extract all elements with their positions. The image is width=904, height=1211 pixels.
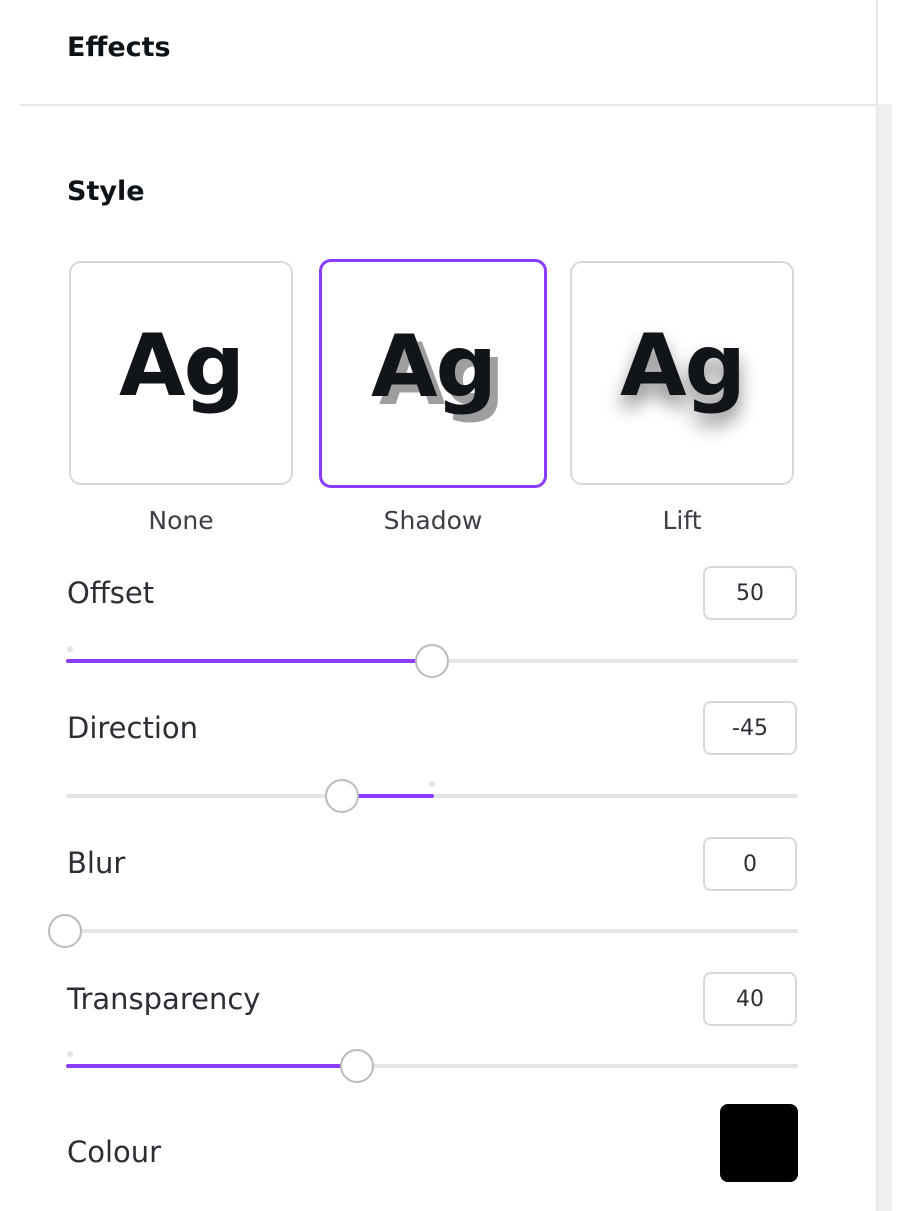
effects-panel: Effects Style Ag Ag Ag None Shadow Lift … [0,0,876,1211]
transparency-label: Transparency [67,982,261,1016]
transparency-value-input[interactable]: 40 [703,972,797,1026]
blur-label: Blur [67,846,126,880]
style-label-lift: Lift [662,506,702,535]
blur-value-input[interactable]: 0 [703,837,797,891]
style-label-none: None [148,506,214,535]
style-option-none[interactable]: Ag [69,261,293,485]
style-section-title: Style [67,176,145,207]
panel-title: Effects [67,32,171,63]
direction-slider-thumb[interactable] [325,779,359,813]
offset-value-input[interactable]: 50 [703,566,797,620]
style-preview-lift: Ag [619,316,746,416]
transparency-slider-thumb[interactable] [340,1049,374,1083]
offset-label: Offset [67,576,155,610]
offset-slider-origin-dot [67,646,73,652]
direction-value-input[interactable]: -45 [703,701,797,755]
offset-slider-thumb[interactable] [415,644,449,678]
style-option-shadow[interactable]: Ag [319,259,547,488]
blur-slider-thumb[interactable] [48,914,82,948]
direction-slider-track[interactable] [66,779,798,813]
style-preview-shadow: Ag [370,316,497,417]
transparency-slider-origin-dot [67,1051,73,1057]
style-label-shadow: Shadow [383,506,483,535]
style-option-lift[interactable]: Ag [570,261,794,485]
blur-slider-track[interactable] [48,914,798,948]
colour-swatch-button[interactable] [720,1104,798,1182]
direction-slider-origin-dot [429,781,435,787]
transparency-slider-fill [66,1064,358,1068]
offset-slider-track[interactable] [66,644,798,678]
scrollbar[interactable] [878,104,892,1211]
header-divider [20,104,876,106]
transparency-slider-track[interactable] [66,1049,798,1083]
offset-slider-fill [66,659,434,663]
direction-label: Direction [67,711,199,745]
colour-label: Colour [67,1135,162,1169]
style-preview-none: Ag [118,316,245,416]
